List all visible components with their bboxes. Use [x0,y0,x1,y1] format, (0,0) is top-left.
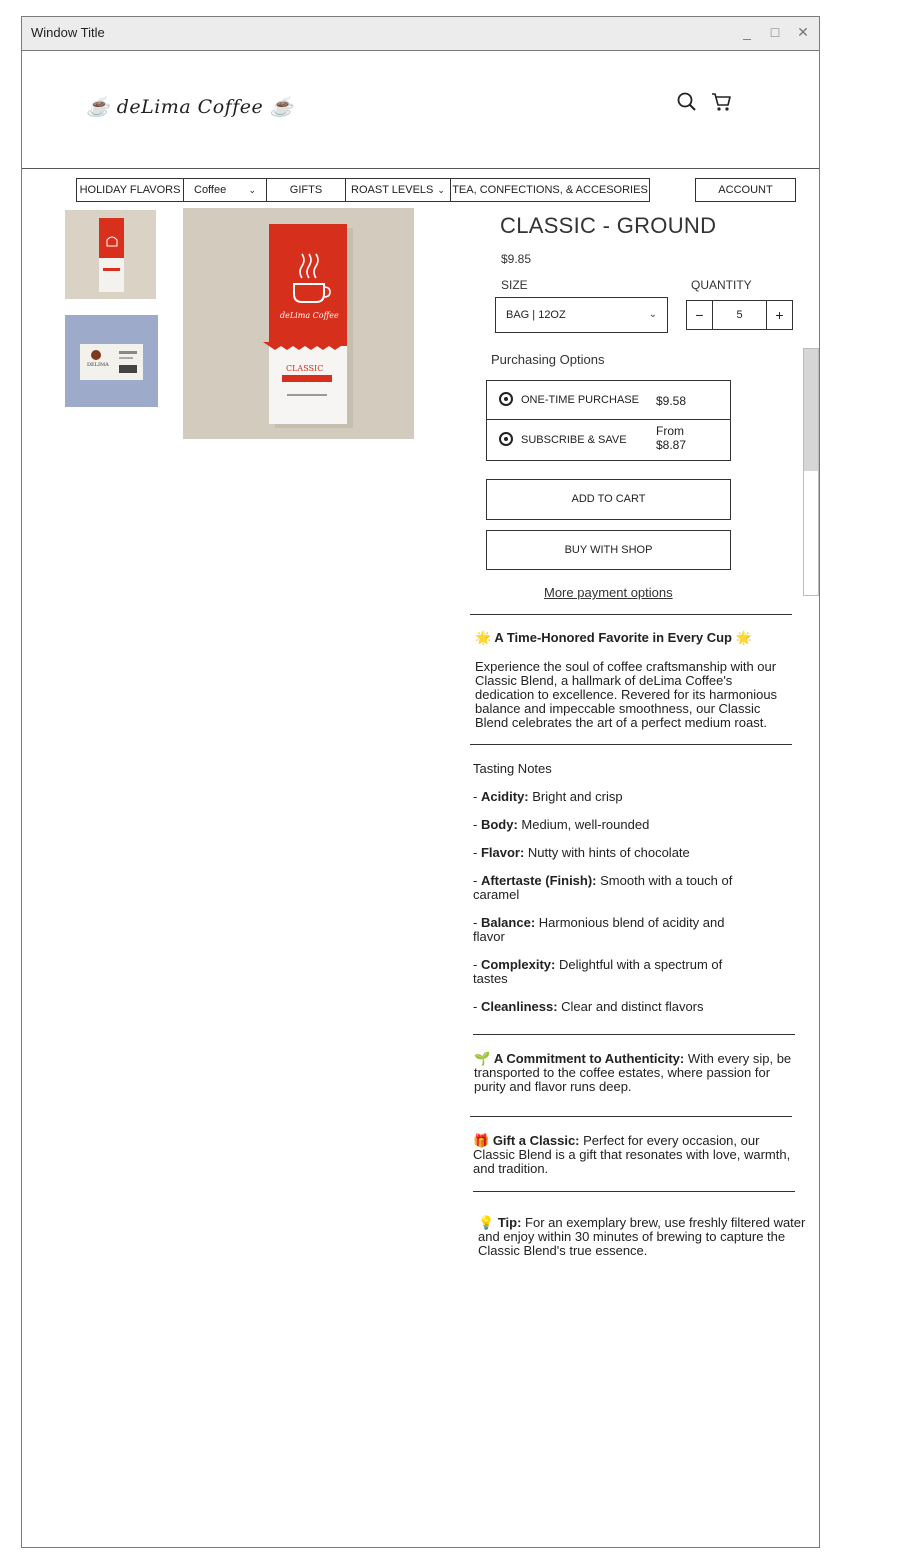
quantity-decrease-button[interactable]: − [687,301,713,329]
note-term: Balance: [480,915,536,930]
note-term: Aftertaste (Finish): [480,873,597,888]
note-text: Nutty with hints of chocolate [524,845,690,860]
size-label: SIZE [501,278,528,292]
authenticity-paragraph: 🌱 A Commitment to Authenticity: With eve… [474,1052,794,1094]
scrollbar[interactable] [803,348,819,596]
size-select-value: BAG | 12OZ [506,309,566,321]
quantity-input[interactable]: 5 [713,301,766,329]
nav-label: TEA, CONFECTIONS, & ACCESORIES [452,184,648,196]
nav-label: ROAST LEVELS [351,184,434,196]
product-price: $9.85 [501,252,532,266]
product-title: CLASSIC - GROUND [500,213,717,238]
gift-icon: 🎁 [473,1133,493,1148]
option-price-from: From [656,424,684,438]
divider [473,1034,795,1035]
nav-label: GIFTS [289,184,323,196]
bag-label-text: CLASSIC [286,364,323,373]
tip-text: For an exemplary brew, use freshly filte… [478,1215,806,1258]
note-term: Acidity: [480,789,529,804]
more-payment-options-link[interactable]: More payment options [544,585,673,600]
tasting-note-item: - Balance: Harmonious blend of acidity a… [473,915,725,944]
note-term: Body: [480,817,518,832]
card-brand-text: DELIMA [87,362,109,368]
description-body: Experience the soul of coffee craftsmans… [475,659,778,730]
chevron-down-icon: ⌄ [248,185,256,195]
window-title: Window Title [31,25,105,40]
scrollbar-thumb[interactable] [804,349,818,471]
quantity-label: QUANTITY [691,278,752,292]
note-text: Medium, well-rounded [517,817,650,832]
nav-tea-confections[interactable]: TEA, CONFECTIONS, & ACCESORIES [450,178,650,202]
nav-gifts[interactable]: GIFTS [266,178,346,202]
nav-roast-levels[interactable]: ROAST LEVELS ⌄ [345,178,451,202]
bag-brand-text: deLima Coffee [280,311,339,320]
buy-with-shop-button[interactable]: BUY WITH SHOP [486,530,731,570]
note-term: Cleanliness: [480,999,558,1014]
site-header: ☕ deLima Coffee ☕ HOLIDAY FLAVORS Coffee… [22,51,819,202]
purchasing-options-label: Purchasing Options [491,352,605,367]
minimize-icon[interactable]: _ [738,23,756,41]
note-term: Flavor: [480,845,525,860]
cart-icon[interactable] [710,91,734,113]
main-product-image: deLima Coffee CLASSIC [183,208,414,439]
tip-term: Tip: [497,1215,522,1230]
title-bar: Window Title _ □ ✕ [22,17,819,51]
nav-label: ACCOUNT [718,184,773,196]
close-icon[interactable]: ✕ [794,23,812,41]
nav-holiday-flavors[interactable]: HOLIDAY FLAVORS [76,178,184,202]
description-heading: 🌟 A Time-Honored Favorite in Every Cup 🌟 [475,631,752,645]
note-text: Clear and distinct flavors [557,999,704,1014]
search-icon[interactable] [676,91,698,113]
divider [470,744,792,745]
gift-term: Gift a Classic: [492,1133,580,1148]
tip-paragraph: 💡 Tip: For an exemplary brew, use freshl… [478,1216,808,1258]
option-label: ONE-TIME PURCHASE [521,394,639,406]
option-price-value: $8.87 [656,438,687,452]
divider [473,1191,795,1192]
tasting-note-item: - Body: Medium, well-rounded [473,817,650,832]
quantity-stepper: − 5 + [686,300,793,330]
nav-label: HOLIDAY FLAVORS [79,184,181,196]
radio-subscribe[interactable] [499,432,513,446]
option-price: From $8.87 [656,424,686,452]
chevron-down-icon: ⌄ [648,309,657,320]
tasting-note-item: - Complexity: Delightful with a spectrum… [473,957,723,986]
tasting-note-item: - Cleanliness: Clear and distinct flavor… [473,999,704,1014]
gift-paragraph: 🎁 Gift a Classic: Perfect for every occa… [473,1134,799,1176]
quantity-increase-button[interactable]: + [766,301,792,329]
nav-label: Coffee [194,184,227,196]
chevron-down-icon: ⌄ [437,185,445,195]
site-logo[interactable]: ☕ deLima Coffee ☕ [86,95,294,118]
option-label: SUBSCRIBE & SAVE [521,434,627,446]
lightbulb-icon: 💡 [478,1215,498,1230]
heading-text: A Time-Honored Favorite in Every Cup [494,630,732,645]
browser-window: Window Title _ □ ✕ ☕ deLima Coffee ☕ HOL… [21,16,820,1548]
nav-coffee[interactable]: Coffee ⌄ [183,178,267,202]
option-price: $9.58 [656,394,687,408]
maximize-icon[interactable]: □ [766,23,784,41]
tasting-note-item: - Aftertaste (Finish): Smooth with a tou… [473,873,733,902]
note-term: Complexity: [480,957,556,972]
star-icon: 🌟 [475,630,495,645]
star-icon: 🌟 [731,630,752,645]
divider [470,1116,792,1117]
note-text: Bright and crisp [528,789,623,804]
option-subscribe-save[interactable]: SUBSCRIBE & SAVE From $8.87 [486,419,731,461]
seedling-icon: 🌱 [474,1051,494,1066]
tasting-note-item: - Flavor: Nutty with hints of chocolate [473,845,690,860]
radio-one-time[interactable] [499,392,513,406]
tasting-notes-title: Tasting Notes [473,761,552,776]
authenticity-term: A Commitment to Authenticity: [493,1051,685,1066]
thumbnail-bag-image[interactable] [65,210,156,299]
divider [470,614,792,615]
nav-account[interactable]: ACCOUNT [695,178,796,202]
add-to-cart-button[interactable]: ADD TO CART [486,479,731,520]
size-select[interactable]: BAG | 12OZ ⌄ [495,297,668,333]
tasting-note-item: - Acidity: Bright and crisp [473,789,623,804]
option-one-time-purchase[interactable]: ONE-TIME PURCHASE $9.58 [486,380,731,420]
thumbnail-card-image[interactable]: DELIMA [65,315,158,407]
